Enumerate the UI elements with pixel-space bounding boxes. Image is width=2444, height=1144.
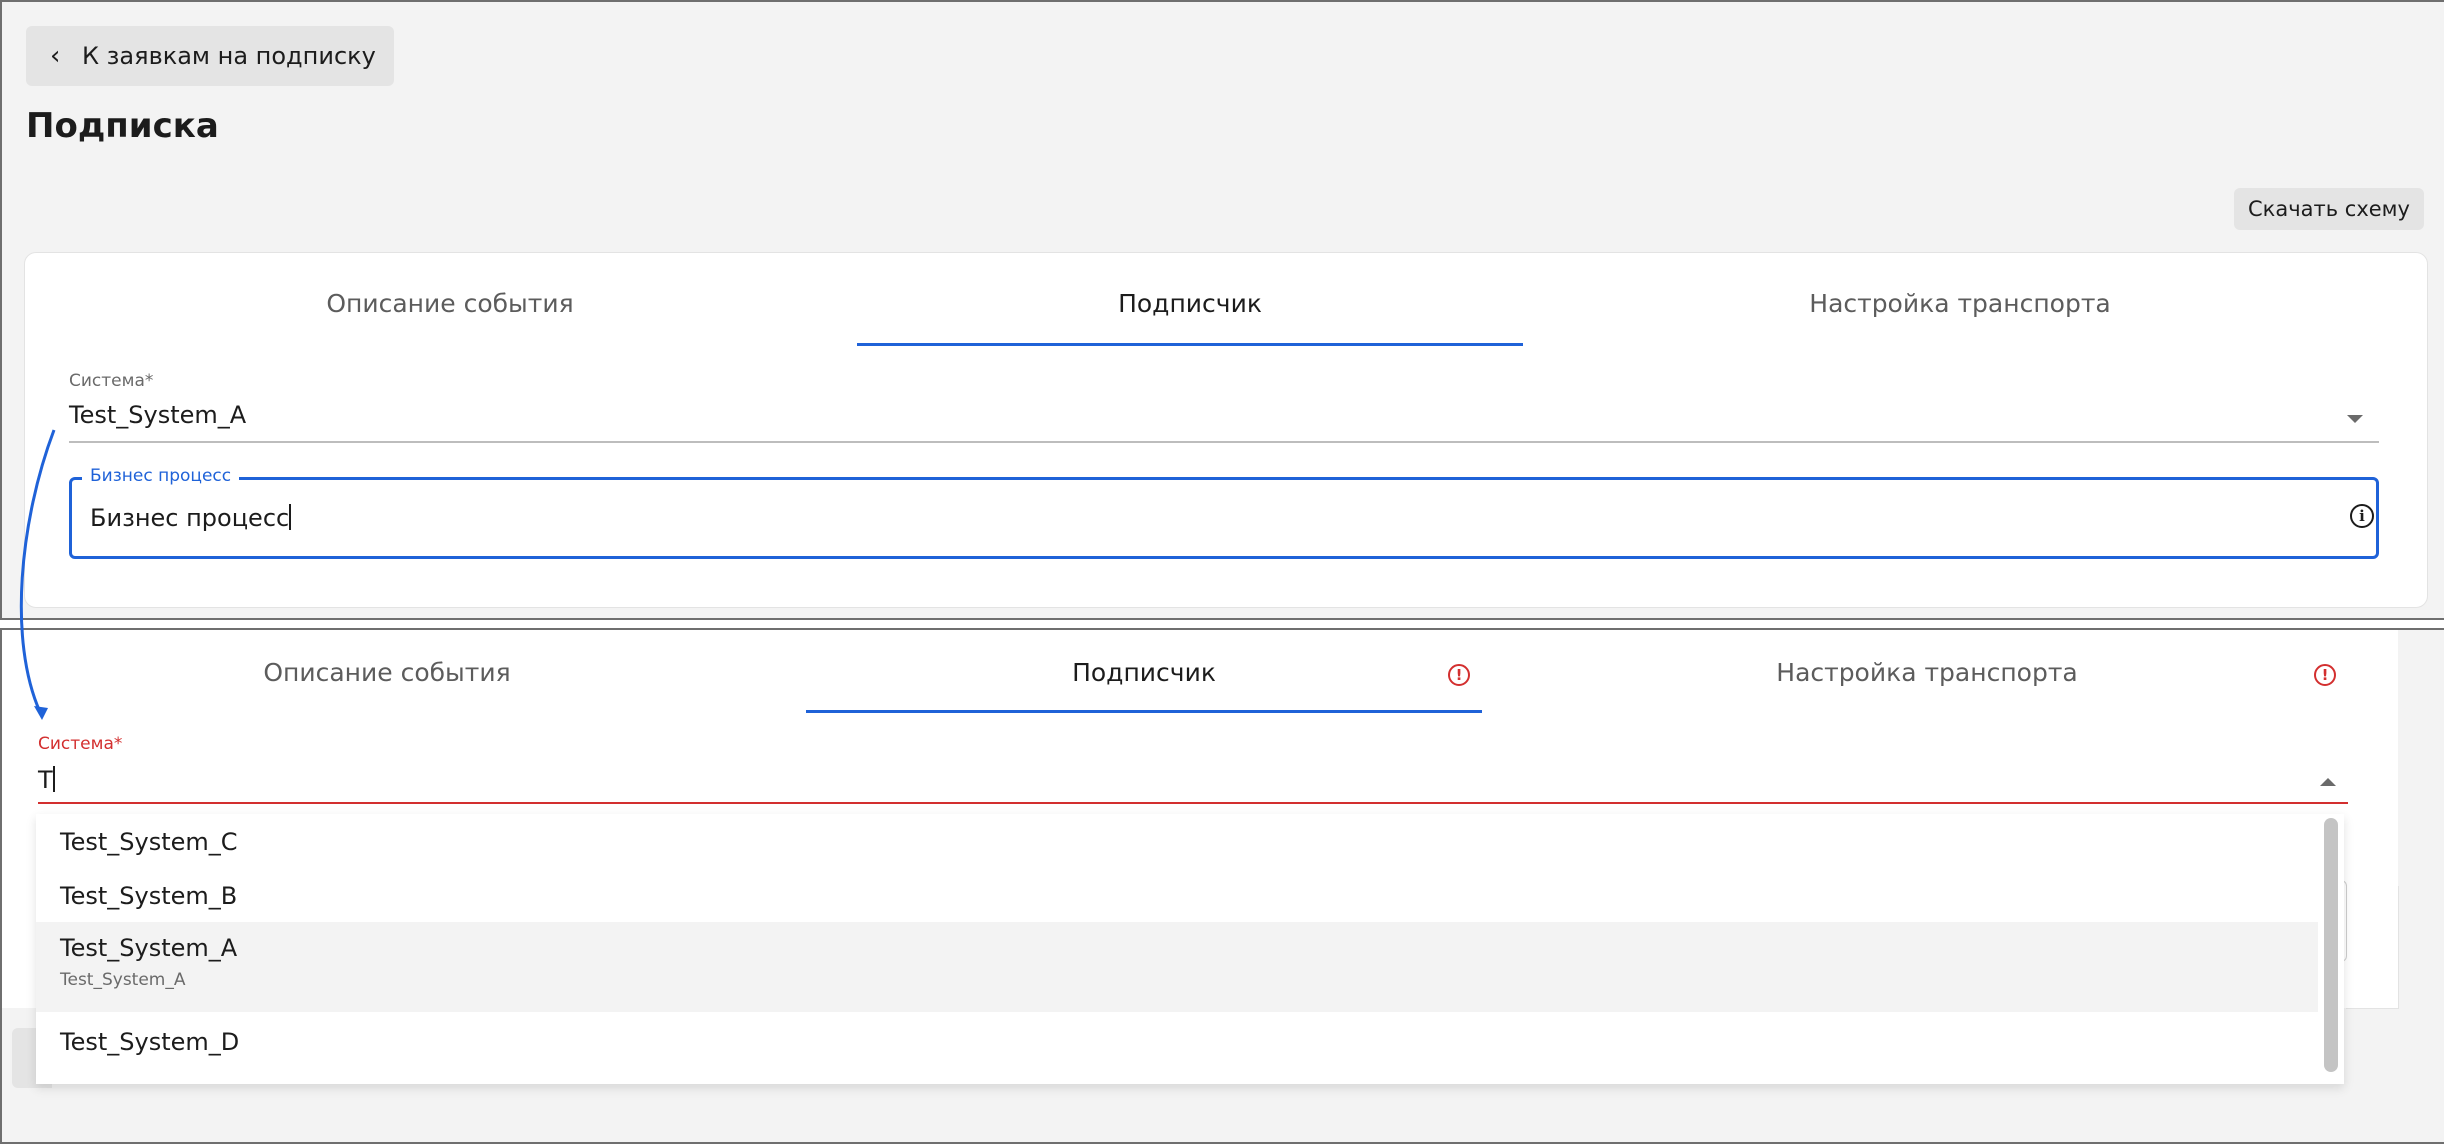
annotation-arrow-icon (19, 429, 56, 720)
